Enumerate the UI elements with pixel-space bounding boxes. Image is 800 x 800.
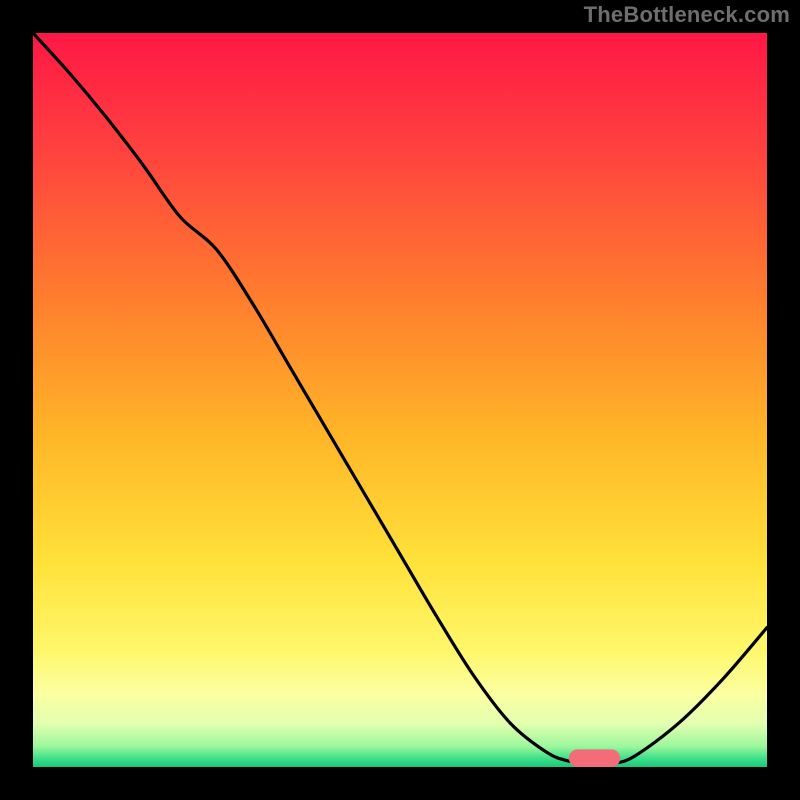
plot-area	[33, 33, 767, 767]
chart-stage: TheBottleneck.com	[0, 0, 800, 800]
highlight-marker	[569, 749, 620, 767]
chart-svg	[33, 33, 767, 767]
gradient-background	[33, 33, 767, 767]
watermark-text: TheBottleneck.com	[584, 2, 790, 28]
